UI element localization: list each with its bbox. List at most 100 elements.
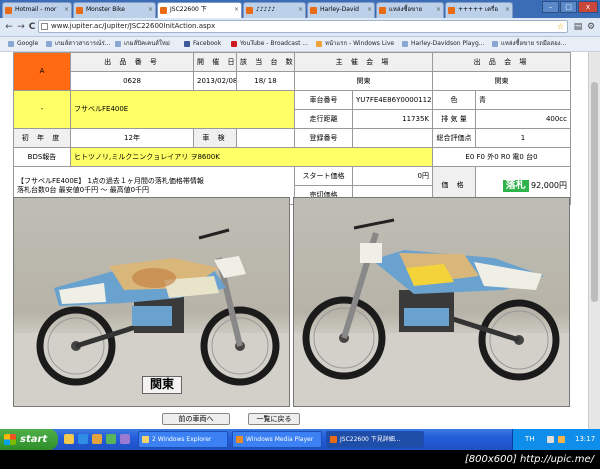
tab-favicon-icon [246,7,253,14]
windows-live-icon [316,41,322,47]
bookmark-thai-market[interactable]: แหล่งซื้อขาย รถมือสอง... [492,39,566,49]
label-color: 色 [432,90,476,110]
start-price-value: 0円 [352,166,433,186]
scrollbar-thumb[interactable] [591,82,598,302]
label-sponsor: 主 催 会 場 [294,52,433,72]
close-button[interactable]: x [578,1,598,13]
browser-tab-strip: Hotmail - mor × Monster Bike × JSC22600 下 ×… [0,0,600,18]
screen: Hotmail - mor × Monster Bike × JSC22600 下 ×… [0,0,600,469]
tab-close-icon[interactable]: × [505,3,510,17]
quicklaunch-icon[interactable] [120,434,130,444]
label-bds: BDS報告 [13,147,71,167]
tab-close-icon[interactable]: × [436,3,441,17]
motorcycle-image [294,218,569,406]
tab-favicon-icon [310,7,317,14]
bookmark-favicon-icon [492,41,498,47]
label-date: 開 催 日 付 [193,52,237,72]
browser-toolbar: ← → C www.jupiter.ac/Jupiter/JSC22600Ini… [0,18,600,37]
tab-favicon-icon [160,7,167,14]
bookmark-star-icon[interactable]: ☆ [557,21,564,32]
label-reg-no: 登録番号 [294,128,353,148]
tab-close-icon[interactable]: × [148,3,153,17]
youtube-icon [231,41,237,47]
bookmark-games[interactable]: เกมส์สาวสาธารณ์ร่... [46,39,111,49]
back-to-list-button[interactable]: 一覧に戻る [248,413,300,425]
mileage-value: 11735K [352,109,433,129]
address-bar[interactable]: www.jupiter.ac/Jupiter/JSC22600InitActio… [38,20,568,33]
vertical-scrollbar[interactable] [588,52,600,429]
facebook-icon [184,41,190,47]
taskbar-media-player[interactable]: Windows Media Player [232,431,322,448]
back-arrow-icon[interactable]: ← [3,21,15,33]
model-name: フサベルFE400E [70,90,295,129]
taskbar-chrome-jsc22600[interactable]: JSC22600 下見詳細... [326,431,424,448]
page-menu-icon[interactable]: ▤ [572,21,584,33]
label-year: 初 年 度 [13,128,71,148]
bookmark-games-new[interactable]: เกมส์ปิคเคนส์ใหม่ [115,39,170,49]
bookmark-favicon-icon [402,41,408,47]
bike-photo-left-side[interactable] [293,197,570,407]
language-indicator[interactable]: TH [525,429,535,450]
tab-label: Monster Bike [86,6,125,13]
network-icon[interactable] [547,436,554,443]
taskbar-windows-explorer[interactable]: 2 Windows Explorer [138,431,228,448]
bike-photo-right-side[interactable]: 関東 [13,197,290,407]
price-history-line-1: 【フサベルFE400E】 1点の過去１ヶ月間の落札価格帯情報 [17,176,204,185]
page-nav-buttons: 前の車両へ 一覧に戻る [0,413,588,427]
ie-icon[interactable] [78,434,88,444]
listing-table: A 出 品 番 号 開 催 日 付 該 当 台 数 主 催 会 場 出 品 会 … [13,52,571,205]
media-player-icon [236,436,243,443]
photo-area: 関東 [13,197,570,407]
chrome-icon[interactable] [106,434,116,444]
label-start-price: スタート価格 [294,166,353,186]
media-player-icon[interactable] [92,434,102,444]
bookmark-google[interactable]: Google [8,39,38,49]
tab-close-icon[interactable]: × [234,3,239,17]
bookmark-label: YouTube - Broadcast ... [240,40,309,47]
bookmark-youtube[interactable]: YouTube - Broadcast ... [231,39,308,49]
lot-number: 0628 [70,71,194,91]
tab-hotmail[interactable]: Hotmail - mor × [2,2,72,18]
reload-icon[interactable]: C [26,21,38,33]
bookmark-windows-live[interactable]: หน้าแรก - Windows Live [316,39,394,49]
maximize-button[interactable]: □ [560,1,577,13]
final-price: 92,000円 [531,180,567,190]
previous-vehicle-button[interactable]: 前の車両へ [162,413,230,425]
tab-thai-market[interactable]: แหล่งซื้อขาย × [376,2,444,18]
price-history-line-2: 落札台数0台 最安値0千円 ～ 最高値0千円 [17,185,150,194]
tab-close-icon[interactable]: × [298,3,303,17]
start-label: start [20,434,48,445]
label-venue: 出 品 会 場 [432,52,571,72]
task-label: Windows Media Player [246,436,314,443]
tab-label: ♪♪♪♪♪ [256,6,276,13]
tab-thai-engine[interactable]: +++++ เครื่อ × [445,2,513,18]
tab-label: Hotmail - mor [15,6,57,13]
chrome-icon [330,436,337,443]
bookmark-label: Facebook [193,40,222,47]
tab-close-icon[interactable]: × [367,3,372,17]
tab-harley[interactable]: Harley-David × [307,2,375,18]
bookmark-favicon-icon [46,41,52,47]
show-desktop-icon[interactable] [64,434,74,444]
window-controls: – □ x [542,1,598,14]
image-caption: [800x600] http://upic.me/ [0,450,600,469]
start-button[interactable]: start [0,429,58,450]
page-content: A 出 品 番 号 開 催 日 付 該 当 台 数 主 催 会 場 出 品 会 … [0,52,588,429]
auction-date: 2013/02/08(金) [193,71,237,91]
label-displacement: 排 気 量 [432,109,476,129]
wrench-icon[interactable]: ⚙ [585,21,597,33]
bookmark-facebook[interactable]: Facebook [184,39,221,49]
label-inspection: 車 検 [193,128,237,148]
windows-logo-icon [4,434,16,445]
tab-close-icon[interactable]: × [64,3,69,17]
bookmark-label: Google [17,40,39,47]
tab-jsc22600[interactable]: JSC22600 下 × [157,2,242,18]
volume-icon[interactable] [558,436,565,443]
tab-monster-bike[interactable]: Monster Bike × [73,2,156,18]
bookmark-harley[interactable]: Harley-Davidson Playg... [402,39,485,49]
minimize-button[interactable]: – [542,1,559,13]
bookmark-label: เกมส์ปิคเคนส์ใหม่ [124,40,170,47]
overall-score: 1 [475,128,571,148]
year-value: 12年 [70,128,194,148]
tab-music[interactable]: ♪♪♪♪♪ × [243,2,306,18]
